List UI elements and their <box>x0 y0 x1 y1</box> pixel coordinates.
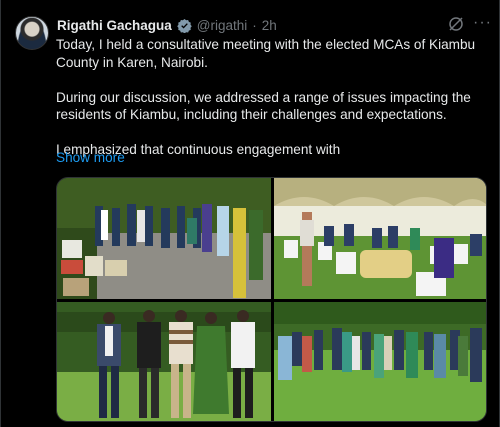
author-avatar[interactable] <box>15 16 49 50</box>
separator-dot: · <box>252 17 257 33</box>
more-options-icon[interactable]: ··· <box>473 15 492 31</box>
photo-meeting-under-tent[interactable] <box>274 178 486 299</box>
tweet-card[interactable]: Rigathi Gachagua @rigathi · 2h ··· Today… <box>0 0 500 427</box>
grok-icon[interactable] <box>447 15 465 33</box>
tweet-text: Today, I held a consultative meeting wit… <box>56 36 476 159</box>
verified-badge-icon <box>177 18 192 33</box>
tweet-timestamp[interactable]: 2h <box>262 18 277 33</box>
photo-large-group[interactable] <box>274 302 486 421</box>
photo-group-with-gifts[interactable] <box>57 178 271 299</box>
tweet-paragraph: Today, I held a consultative meeting wit… <box>56 37 476 70</box>
show-more-link[interactable]: Show more <box>56 150 125 165</box>
media-grid <box>56 177 487 422</box>
author-handle[interactable]: @rigathi <box>197 18 247 33</box>
author-name[interactable]: Rigathi Gachagua <box>57 18 172 33</box>
photo-five-men-standing[interactable] <box>57 302 271 421</box>
tweet-paragraph: During our discussion, we addressed a ra… <box>56 89 471 123</box>
tweet-header: Rigathi Gachagua @rigathi · 2h <box>57 15 477 35</box>
